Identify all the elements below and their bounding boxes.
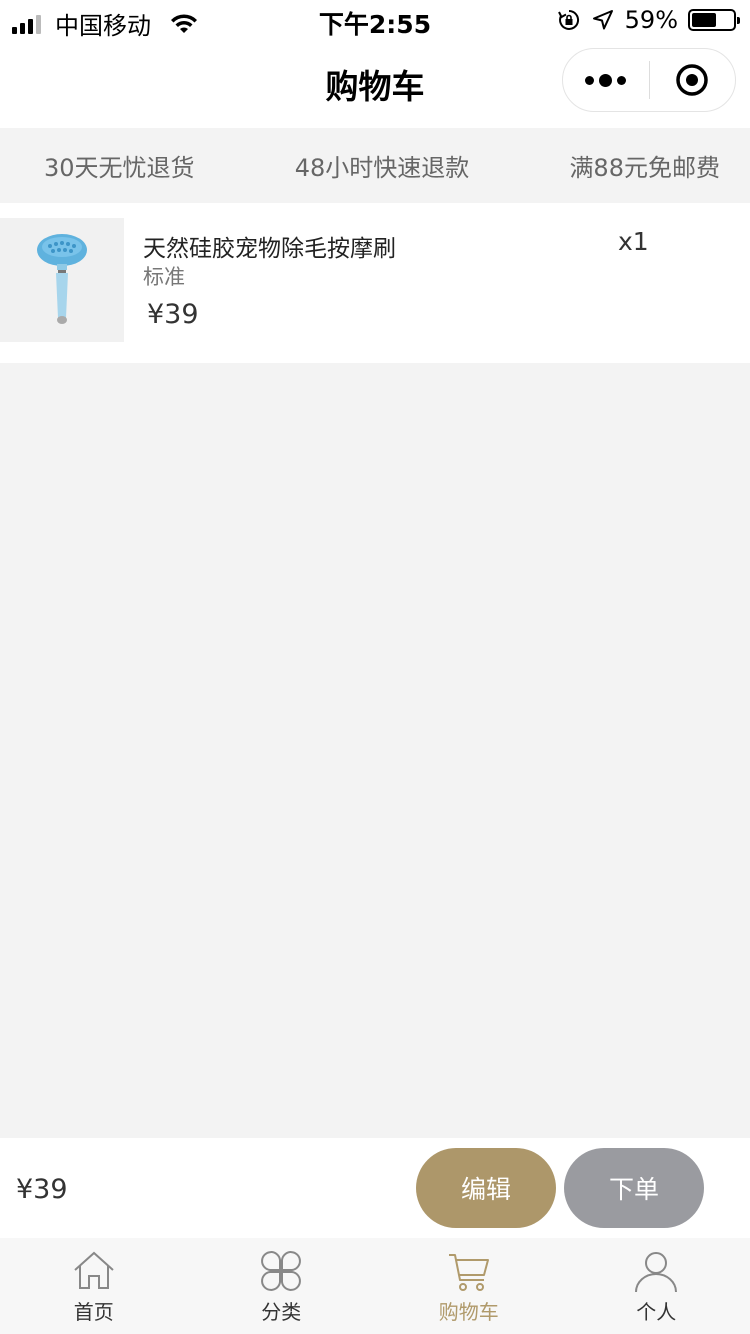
tab-cart[interactable]: 购物车 xyxy=(375,1238,563,1334)
product-price: ¥39 xyxy=(147,299,199,330)
battery-fill xyxy=(692,13,716,27)
tab-category-label: 分类 xyxy=(261,1300,302,1324)
cart-page: 中国移动 下午2:55 59% 购物车 30天无忧退货 48小时快速退款 满88… xyxy=(0,0,750,1334)
tab-home[interactable]: 首页 xyxy=(0,1238,188,1334)
tab-profile-label: 个人 xyxy=(636,1300,677,1324)
service-guarantees: 30天无忧退货 48小时快速退款 满88元免邮费 xyxy=(0,128,750,202)
close-mini-program-button[interactable] xyxy=(650,49,736,111)
service-return: 30天无忧退货 xyxy=(44,153,195,182)
person-icon xyxy=(635,1252,678,1293)
category-icon xyxy=(261,1251,302,1291)
status-right: 59% xyxy=(557,6,740,34)
pet-brush-image xyxy=(37,234,87,324)
rotation-lock-icon xyxy=(557,9,579,30)
cart-icon xyxy=(448,1254,489,1291)
tab-cart-label: 购物车 xyxy=(438,1300,499,1324)
place-order-button[interactable]: 下单 xyxy=(564,1148,704,1228)
edit-button[interactable]: 编辑 xyxy=(416,1148,556,1228)
checkout-bar: ¥39 编辑 下单 xyxy=(0,1138,750,1238)
product-quantity: x1 xyxy=(618,227,649,256)
home-icon xyxy=(74,1251,114,1289)
more-button[interactable] xyxy=(563,49,649,111)
tab-bar: 首页 分类 购物车 个人 xyxy=(0,1238,750,1334)
target-icon xyxy=(676,64,708,96)
product-image[interactable] xyxy=(0,218,124,342)
ellipsis-icon xyxy=(585,73,627,87)
status-bar: 中国移动 下午2:55 59% xyxy=(0,0,750,40)
product-name[interactable]: 天然硅胶宠物除毛按摩刷 xyxy=(143,229,396,263)
battery-percent: 59% xyxy=(624,6,678,34)
service-free-shipping: 满88元免邮费 xyxy=(569,153,720,182)
tab-profile[interactable]: 个人 xyxy=(563,1238,750,1334)
location-arrow-icon xyxy=(592,10,613,30)
product-spec: 标准 xyxy=(143,265,185,289)
battery-icon xyxy=(688,9,740,31)
mini-program-capsule xyxy=(562,48,736,112)
total-price: ¥39 xyxy=(16,1174,68,1205)
cart-item[interactable]: 天然硅胶宠物除毛按摩刷 标准 ¥39 x1 xyxy=(0,203,750,363)
tab-home-label: 首页 xyxy=(73,1300,114,1324)
tab-category[interactable]: 分类 xyxy=(188,1238,376,1334)
nav-bar: 购物车 xyxy=(0,40,750,128)
service-refund: 48小时快速退款 xyxy=(294,153,470,182)
